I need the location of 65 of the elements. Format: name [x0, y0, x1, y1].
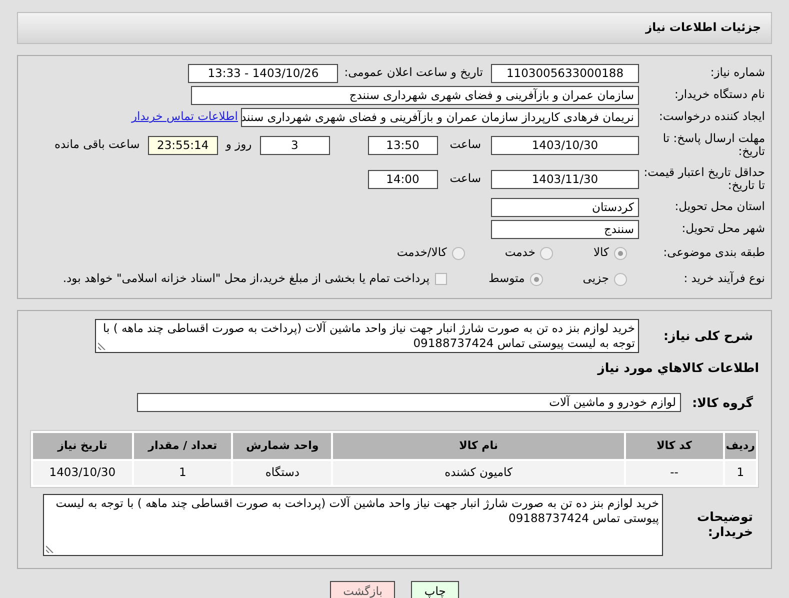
field-label: روز و — [226, 136, 252, 154]
table-cell: 1 — [724, 460, 756, 485]
option-label: خدمت — [504, 244, 536, 262]
field-label: تاریخ و ساعت اعلان عمومی: — [344, 64, 483, 82]
option-label: کالا — [593, 244, 609, 262]
column-header: کد کالا — [626, 432, 723, 459]
column-header: واحد شمارش — [233, 432, 332, 459]
table-cell: کامیون کشنده — [333, 460, 624, 485]
option-label: کالا/خدمت — [396, 244, 447, 262]
input-field[interactable]: 14:00 — [368, 170, 438, 188]
input-field[interactable]: 13:50 — [368, 136, 438, 154]
radio-button[interactable] — [614, 246, 627, 260]
text-area-value: خرید لوازم بنز ده تن به صورت شارژ انبار جهت نیاز واحد ماشین آلات (پرداخت به صورت اقساطی چند ماهه ) با توجه به لیست پیوستی تماس 09188737424 — [102, 321, 635, 350]
text-area[interactable]: خرید لوازم بنز ده تن به صورت شارژ انبار جهت نیاز واحد ماشین آلات (پرداخت به صورت اقساطی چند ماهه ) با توجه به لیست پیوستی تماس 09188737424 — [95, 319, 639, 353]
input-field[interactable]: 1403/10/26 - 13:33 — [188, 64, 338, 82]
input-field[interactable]: 1103005633000188 — [491, 64, 639, 82]
field-label: گروه کالا: — [691, 396, 754, 410]
input-field[interactable]: نریمان فرهادی کارپرداز سازمان عمران و بازآفرینی و فضای شهری شهرداری سنند — [241, 108, 639, 126]
field-label: حداقل تاریخ اعتبار قیمت: تا تاریخ: — [642, 166, 766, 192]
page-title: جزئیات اطلاعات نیاز — [645, 19, 761, 36]
field-label: شهر محل تحویل: — [680, 222, 766, 236]
input-field[interactable]: 1403/11/30 — [491, 170, 639, 188]
text-area[interactable]: خرید لوازم بنز ده تن به صورت شارژ انبار جهت نیاز واحد ماشین آلات (پرداخت به صورت اقساطی چند ماهه ) با توجه به لیست پیوستی تماس 09188737424 — [43, 494, 663, 556]
option-label: متوسط — [488, 270, 525, 288]
resize-grip-icon[interactable] — [46, 544, 54, 553]
field-label: ساعت — [450, 170, 481, 188]
radio-button[interactable] — [530, 272, 543, 286]
column-header: ردیف — [724, 432, 756, 459]
field-label: ساعت باقی مانده — [54, 136, 140, 154]
input-field[interactable]: 23:55:14 — [148, 136, 218, 154]
checkbox[interactable] — [434, 273, 447, 285]
field-label: توضیحات خریدار: — [696, 510, 754, 540]
table-cell: -- — [626, 460, 723, 485]
contact-link[interactable]: اطلاعات تماس خریدار — [131, 108, 238, 126]
field-label: نام دستگاه خریدار: — [673, 88, 766, 102]
column-header: تاریخ نیاز — [33, 432, 132, 459]
field-label: مهلت ارسال پاسخ: تا تاریخ: — [662, 132, 766, 158]
radio-button[interactable] — [540, 246, 554, 260]
radio-button[interactable] — [614, 272, 627, 286]
checkbox-label: پرداخت تمام یا بخشی از مبلغ خرید،از محل "اسناد خزانه اسلامی" خواهد بود. — [62, 270, 430, 288]
text-area-value: خرید لوازم بنز ده تن به صورت شارژ انبار جهت نیاز واحد ماشین آلات (پرداخت به صورت اقساطی چند ماهه ) با توجه به لیست پیوستی تماس 09188737424 — [56, 496, 659, 525]
field-label: شماره نیاز: — [709, 66, 766, 80]
section-heading: اطلاعات کالاهاي مورد نياز — [596, 359, 759, 377]
table-cell: 1 — [134, 460, 232, 485]
input-field[interactable]: کردستان — [491, 198, 639, 216]
back-button[interactable]: بازگشت — [330, 580, 396, 598]
column-header: نام کالا — [333, 432, 624, 459]
input-field[interactable]: سازمان عمران و بازآفرینی و فضای شهری شهرداری سنندج — [191, 86, 639, 104]
input-field[interactable]: 3 — [260, 136, 330, 154]
field-label: طبقه بندی موضوعی: — [662, 246, 766, 260]
resize-grip-icon[interactable] — [98, 342, 106, 350]
column-header: تعداد / مقدار — [134, 432, 232, 459]
input-field[interactable]: لوازم خودرو و ماشین آلات — [137, 393, 681, 412]
radio-button[interactable] — [452, 246, 465, 260]
input-field[interactable]: 1403/10/30 — [491, 136, 639, 154]
print-button[interactable]: چاپ — [411, 580, 459, 598]
option-label: جزیی — [582, 270, 609, 288]
field-label: استان محل تحویل: — [674, 200, 766, 214]
input-field[interactable]: سنندج — [491, 220, 639, 238]
field-label: شرح کلی نیاز: — [662, 328, 754, 344]
field-label: ساعت — [450, 136, 481, 154]
field-label: ایجاد کننده درخواست: — [658, 110, 766, 124]
table-cell: دستگاه — [233, 460, 332, 485]
table-cell: 1403/10/30 — [33, 460, 132, 485]
field-label: نوع فرآیند خرید : — [682, 272, 766, 286]
